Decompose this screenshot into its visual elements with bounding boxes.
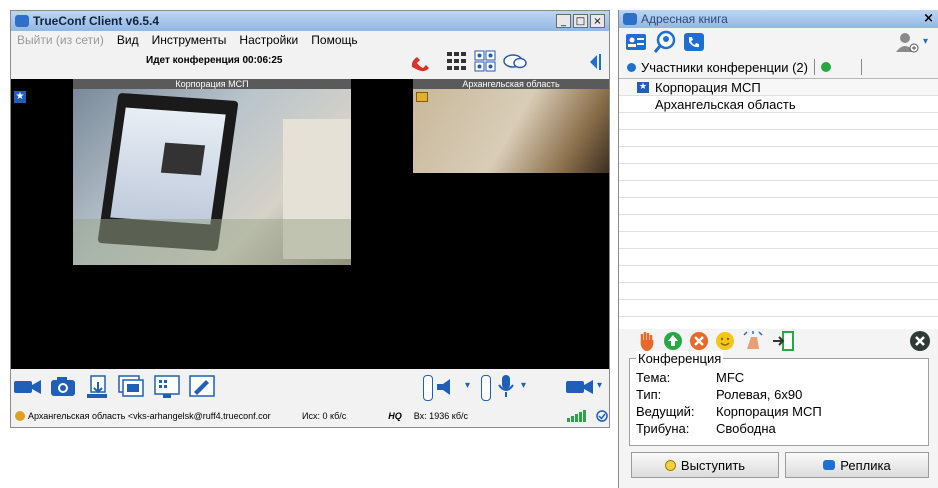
participants-tab-label: Участники конференции (2) [641,59,808,75]
address-book-title: Адресная книга [641,12,728,26]
address-book-toolbar: ▾ [619,28,938,56]
trueconf-client-window: TrueConf Client v6.5.4 _ □ × Выйти (из с… [10,10,610,428]
user-address: Архангельская область <vks-arhangelsk@ru… [28,411,271,421]
search-contacts-icon[interactable] [653,30,677,54]
raise-hand-icon[interactable] [639,330,655,352]
conference-participants-tab[interactable]: Участники конференции (2) [619,56,938,79]
info-row-topic: Тема: MFC [636,369,822,386]
participant-name: Корпорация МСП [655,79,761,95]
info-row-type: Тип: Ролевая, 6x90 [636,386,822,403]
move-up-icon[interactable] [663,331,683,351]
speak-icon [664,459,676,471]
menu-bar: Выйти (из сети) Вид Инструменты Настройк… [11,31,609,49]
info-value: Ролевая, 6x90 [716,387,803,402]
chat-icon[interactable] [502,52,528,72]
status-filter-icon[interactable] [821,62,831,72]
address-book-logo-icon [623,13,637,25]
applause-icon[interactable] [741,329,765,353]
microphone-level-meter[interactable] [481,375,491,401]
dialpad-icon[interactable] [445,50,467,72]
contacts-list-icon[interactable] [625,32,647,52]
remove-participant-icon[interactable] [689,331,709,351]
video-camera-icon[interactable] [13,377,43,397]
info-label: Трибуна: [636,421,690,436]
collapse-panel-icon[interactable] [585,52,603,72]
incoming-bitrate: Вх: 1936 кб/с [413,411,468,421]
moderator-star-icon: ★ [637,81,649,93]
participant-row[interactable]: ★ Корпорация МСП [619,79,938,96]
address-book-close-button[interactable]: × [923,11,934,26]
file-transfer-icon[interactable] [83,374,111,400]
online-dot-icon [627,62,636,72]
title-bar[interactable]: TrueConf Client v6.5.4 _ □ × [11,11,609,31]
main-video-label: Корпорация МСП [73,79,351,89]
participant-name: Архангельская область [655,96,796,112]
status-bar: Архангельская область <vks-arhangelsk@ru… [11,405,609,427]
address-book-title-bar[interactable]: Адресная книга × [619,10,938,28]
screen-share-icon[interactable] [153,374,181,400]
star-icon[interactable]: ★ [14,91,26,103]
leave-conference-icon[interactable] [909,330,931,352]
speaker-level-meter[interactable] [423,375,433,401]
secondary-video-feed[interactable] [413,89,609,173]
info-value: MFC [716,370,745,385]
maximize-button[interactable]: □ [573,14,588,28]
enter-tribune-icon[interactable] [771,330,795,352]
conference-info-legend: Конференция [636,351,724,366]
menu-item-tools[interactable]: Инструменты [152,33,227,47]
menu-item-logout[interactable]: Выйти (из сети) [17,33,104,47]
menu-item-view[interactable]: Вид [117,33,139,47]
microphone-icon[interactable] [495,373,517,399]
user-status-icon [15,411,25,421]
close-button[interactable]: × [590,14,605,28]
info-value: Корпорация МСП [716,404,822,419]
app-logo-icon [15,15,29,27]
whiteboard-icon[interactable] [188,374,216,400]
emoji-icon[interactable] [715,331,735,351]
slideshow-icon[interactable] [117,374,147,400]
secondary-video-label: Архангельская область [413,79,609,89]
signal-strength-icon [567,410,586,422]
layout-icon[interactable] [474,50,496,72]
microphone-dropdown-icon[interactable]: ▾ [521,380,526,391]
video-area: Корпорация МСП ★ Архангельская область [11,79,609,369]
call-history-icon[interactable] [683,32,705,52]
address-book-window: Адресная книга × ▾ Участники конференции… [618,10,938,488]
conference-toolbar: Идет конференция 00:06:25 [11,49,609,75]
conference-info-box: Конференция Тема: MFC Тип: Ролевая, 6x90… [629,351,929,446]
reply-button-label: Реплика [840,457,891,473]
main-video-feed[interactable] [73,89,351,265]
hang-up-icon[interactable] [409,51,433,73]
menu-item-help[interactable]: Помощь [311,33,357,47]
add-contact-dropdown-icon[interactable]: ▾ [923,36,928,47]
reply-icon [823,460,836,470]
info-label: Тема: [636,370,671,385]
participants-list: ★ Корпорация МСП Архангельская область [619,79,938,329]
minimize-button[interactable]: _ [556,14,571,28]
info-row-host: Ведущий: Корпорация МСП [636,403,822,420]
media-toolbar: ▾ ▾ ▾ [11,369,609,405]
menu-item-settings[interactable]: Настройки [239,33,298,47]
info-label: Тип: [636,387,662,402]
reply-button[interactable]: Реплика [785,452,929,478]
connection-ok-icon [596,410,608,422]
add-contact-icon[interactable] [895,32,921,54]
camera-select-icon[interactable] [565,377,595,397]
speaker-icon[interactable] [435,377,459,397]
speaker-dropdown-icon[interactable]: ▾ [465,380,470,391]
window-title: TrueConf Client v6.5.4 [33,14,160,28]
conference-status: Идет конференция 00:06:25 [146,55,283,66]
outgoing-bitrate: Исх: 0 кб/с [302,411,347,421]
photo-camera-icon[interactable] [49,374,77,398]
camera-off-icon [416,92,428,102]
speak-button[interactable]: Выступить [631,452,779,478]
info-value: Свободна [716,421,776,436]
camera-dropdown-icon[interactable]: ▾ [597,380,602,391]
speak-button-label: Выступить [680,457,746,473]
quality-badge: HQ [388,411,402,421]
info-row-tribune: Трибуна: Свободна [636,420,822,437]
participant-row[interactable]: Архангельская область [619,96,938,113]
info-label: Ведущий: [636,404,695,419]
